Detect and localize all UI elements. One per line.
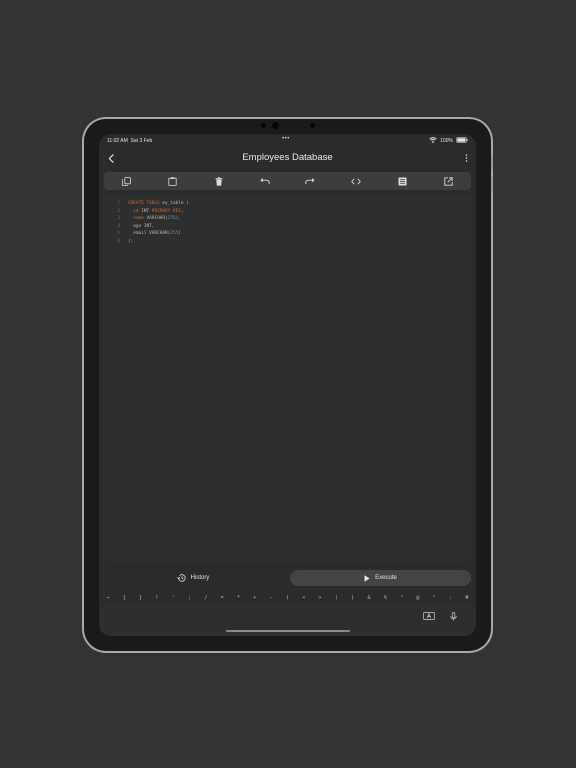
redo-icon	[305, 178, 316, 184]
page-title: Employees Database	[242, 152, 333, 163]
camera	[261, 123, 266, 128]
external-link-icon	[443, 176, 453, 186]
code-icon	[351, 178, 362, 184]
battery-icon	[456, 137, 468, 145]
symbol-key[interactable]: }	[138, 595, 144, 601]
camera-lens	[272, 122, 279, 129]
status-time: 11:02 AM Sat 3 Feb	[107, 138, 153, 144]
symbol-key[interactable]: ;	[187, 595, 193, 601]
editor-toolbar	[104, 172, 471, 190]
app-screen: 11:02 AM Sat 3 Feb ••• 100% Employees Da…	[99, 134, 476, 636]
code-line: 2 id INT PRIMARY KEY,	[109, 208, 189, 216]
line-number: 4	[117, 223, 120, 229]
symbol-key[interactable]: →	[105, 595, 111, 601]
code-lines: 1 CREATE TABLE my_table ( 2 id INT PRIMAR…	[109, 200, 189, 246]
symbol-key[interactable]: >	[317, 595, 323, 601]
undo-button[interactable]	[258, 174, 272, 188]
battery-percent: 100%	[440, 138, 453, 144]
symbol-key[interactable]: -	[268, 595, 274, 601]
code-line: 3 name VARCHAR(255),	[109, 215, 189, 223]
format-code-button[interactable]	[349, 174, 363, 188]
vertical-ellipsis-icon	[465, 154, 467, 162]
symbol-key[interactable]: /	[203, 595, 209, 601]
undo-icon	[259, 178, 270, 184]
execute-label: Execute	[375, 575, 397, 581]
symbol-key[interactable]: !	[154, 595, 160, 601]
dictation-button[interactable]	[447, 611, 459, 621]
table-icon	[398, 177, 407, 185]
status-right: 100%	[429, 137, 468, 145]
symbol-key[interactable]: *	[236, 595, 242, 601]
wifi-icon	[429, 137, 437, 145]
sensor	[310, 123, 315, 128]
symbol-key[interactable]: '	[170, 595, 176, 601]
history-button[interactable]: History	[104, 570, 282, 586]
paste-button[interactable]	[166, 174, 180, 188]
delete-button[interactable]	[212, 174, 226, 188]
symbol-key[interactable]: "	[431, 595, 437, 601]
table-button[interactable]	[395, 174, 409, 188]
symbol-key[interactable]: =	[219, 595, 225, 601]
microphone-icon	[449, 611, 457, 621]
action-bar: History Execute	[104, 570, 471, 586]
symbol-key[interactable]: &	[366, 595, 372, 601]
sql-editor[interactable]: 1 CREATE TABLE my_table ( 2 id INT PRIMAR…	[104, 194, 471, 562]
symbol-key[interactable]: {	[121, 595, 127, 601]
volume-button-2	[491, 176, 493, 192]
symbol-key-row: → { } ! ' ; / = * + - ) < > ( ) & % " @ …	[99, 591, 476, 605]
symbol-key[interactable]: #	[464, 595, 470, 601]
code-line: 1 CREATE TABLE my_table (	[109, 200, 188, 208]
export-button[interactable]	[441, 174, 455, 188]
line-number: 2	[117, 208, 120, 214]
line-number: 1	[117, 201, 120, 206]
nav-bar: Employees Database	[99, 148, 476, 168]
volume-button	[491, 154, 493, 170]
multitasking-dots[interactable]: •••	[282, 136, 290, 142]
symbol-key[interactable]: @	[415, 595, 421, 601]
clipboard-icon	[168, 176, 177, 186]
symbol-key[interactable]: (	[333, 595, 339, 601]
line-number: 6	[117, 238, 120, 244]
trash-icon	[215, 176, 223, 186]
copy-button[interactable]	[120, 174, 134, 188]
redo-button[interactable]	[303, 174, 317, 188]
execute-button[interactable]: Execute	[290, 570, 471, 586]
keyboard-icon	[423, 612, 435, 620]
symbol-key[interactable]: )	[350, 595, 356, 601]
symbol-key[interactable]: :	[448, 595, 454, 601]
keyboard-switch-button[interactable]	[423, 611, 435, 621]
status-bar: 11:02 AM Sat 3 Feb ••• 100%	[99, 134, 476, 148]
home-indicator[interactable]	[226, 630, 350, 632]
history-icon	[176, 574, 186, 582]
copy-icon	[122, 176, 132, 186]
code-line: 6);	[109, 238, 189, 246]
symbol-key[interactable]: %	[382, 595, 388, 601]
more-menu-button[interactable]	[462, 151, 470, 165]
line-number: 5	[117, 231, 120, 236]
play-icon	[364, 574, 370, 582]
line-number: 3	[117, 216, 120, 221]
history-label: History	[190, 575, 210, 581]
code-line: 5 email VARCHAR(255)	[109, 230, 189, 238]
symbol-key[interactable]: +	[252, 595, 258, 601]
code-line: 4 age INT,	[109, 223, 189, 231]
symbol-key[interactable]: "	[399, 595, 405, 601]
symbol-key[interactable]: <	[301, 595, 307, 601]
symbol-key[interactable]: )	[284, 595, 290, 601]
